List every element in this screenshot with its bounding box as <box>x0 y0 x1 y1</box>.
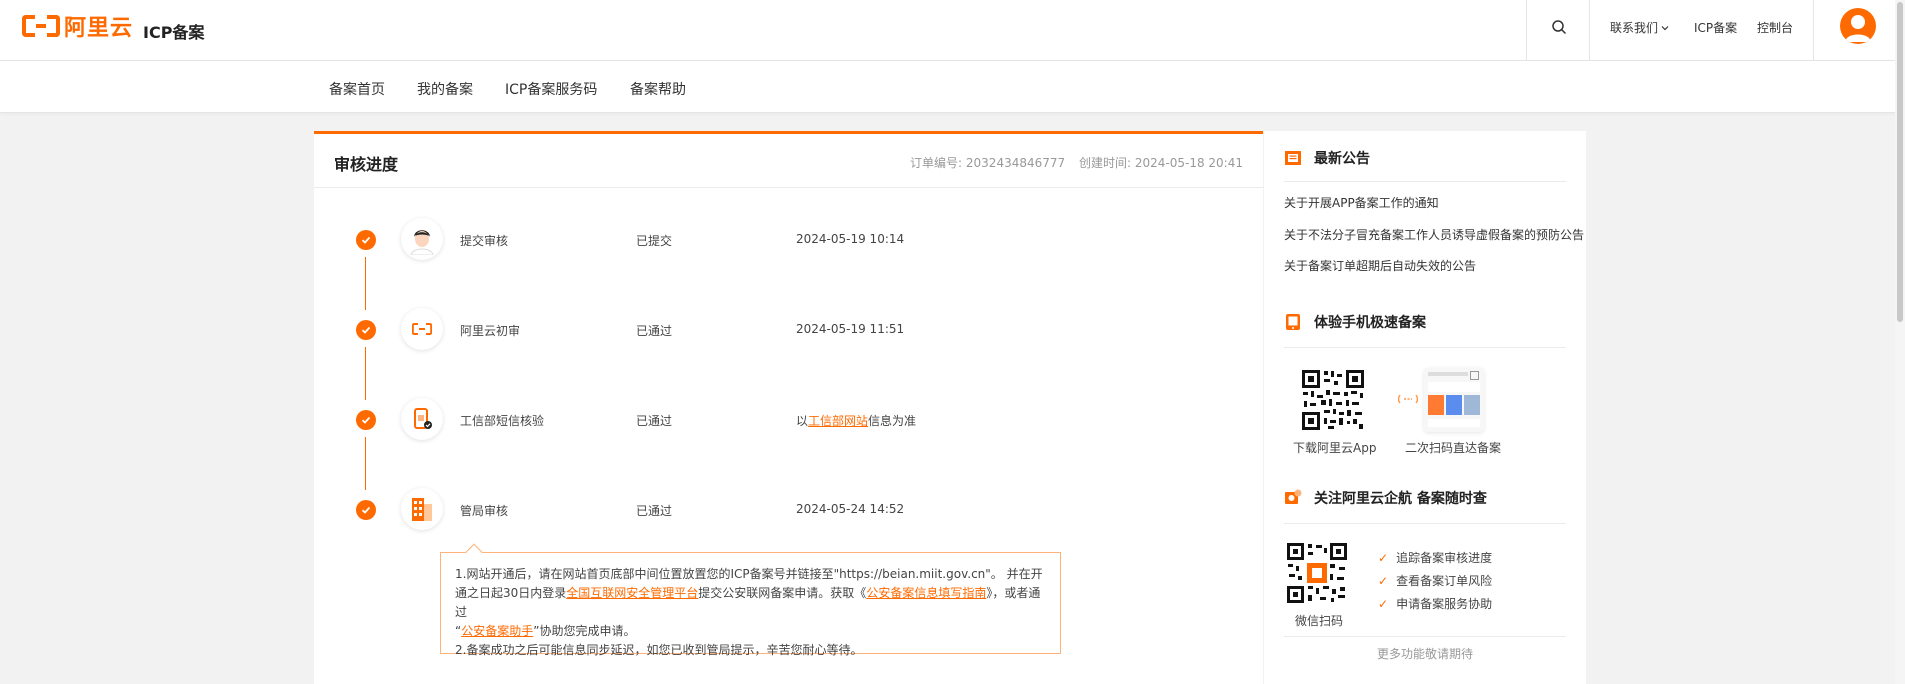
step-status: 已提交 <box>636 234 673 248</box>
check-circle-icon <box>356 320 376 340</box>
chevron-down-icon <box>1661 25 1669 30</box>
phone-verify-icon <box>401 398 443 440</box>
police-guide-link[interactable]: 公安备案信息填写指南 <box>866 586 986 600</box>
subnav-item-service-code[interactable]: ICP备案服务码 <box>505 79 597 99</box>
subnav-item-help[interactable]: 备案帮助 <box>630 79 686 99</box>
step-name: 提交审核 <box>460 234 509 248</box>
aliyun-logo-icon <box>401 308 443 350</box>
step-name: 管局审核 <box>460 504 509 518</box>
tip-line-1: 1.网站开通后，请在网站首页底部中间位置放置您的ICP备案号并链接至"https… <box>455 565 1046 641</box>
notice-link[interactable]: 关于备案订单超期后自动失效的公告 <box>1284 257 1476 274</box>
site-title[interactable]: ICP备案 <box>143 19 204 43</box>
step-time: 2024-05-24 14:52 <box>796 502 905 516</box>
step-status: 已通过 <box>636 324 673 338</box>
progress-step: 工信部短信核验 已通过 以工信部网站信息为准 <box>314 395 1263 445</box>
search-button[interactable] <box>1546 14 1572 40</box>
wechat-section-title: 关注阿里云企航 备案随时查 <box>1284 488 1487 508</box>
progress-step: 阿里云初审 已通过 2024-05-19 11:51 <box>314 305 1263 355</box>
user-avatar-icon <box>1845 15 1871 42</box>
user-avatar[interactable] <box>1840 8 1876 44</box>
feature-text: 追踪备案审核进度 <box>1396 551 1493 565</box>
step-name: 工信部短信核验 <box>460 414 545 428</box>
created-time: 创建时间: 2024-05-18 20:41 <box>1079 156 1243 170</box>
contact-us-menu[interactable]: 联系我们 <box>1610 19 1670 36</box>
tip-box: 1.网站开通后，请在网站首页底部中间位置放置您的ICP备案号并链接至"https… <box>440 543 1061 657</box>
wechat-service-icon <box>1284 489 1302 507</box>
divider <box>1284 523 1566 524</box>
header-divider <box>1526 0 1527 60</box>
step-time-suffix: 信息为准 <box>868 414 917 428</box>
top-header: 阿里云 ICP备案 联系我们 ICP备案 控制台 <box>0 0 1905 61</box>
building-icon <box>401 488 443 530</box>
qr-scan-label: 二次扫码直达备案 <box>1405 441 1502 455</box>
contact-us-label: 联系我们 <box>1610 21 1659 35</box>
check-circle-icon <box>356 410 376 430</box>
security-platform-link[interactable]: 全国互联网安全管理平台 <box>566 586 698 600</box>
tip-arrow <box>465 543 483 561</box>
progress-step: 管局审核 已通过 2024-05-24 14:52 <box>314 485 1263 535</box>
check-circle-icon <box>356 230 376 250</box>
scan-arrow-icon <box>1398 394 1418 404</box>
check-circle-icon <box>356 500 376 520</box>
wechat-qr-code <box>1286 542 1348 604</box>
check-icon: ✓ <box>1378 573 1389 588</box>
step-status: 已通过 <box>636 414 673 428</box>
divider <box>1284 347 1566 348</box>
order-number: 订单编号: 2032434846777 <box>910 156 1066 170</box>
step-time: 2024-05-19 11:51 <box>796 322 905 336</box>
console-link[interactable]: 控制台 <box>1757 19 1793 36</box>
divider <box>1284 181 1566 182</box>
search-icon <box>1552 20 1567 35</box>
header-divider <box>1813 0 1814 60</box>
check-icon: ✓ <box>1378 550 1389 565</box>
feature-item: ✓ 追踪备案审核进度 <box>1378 549 1492 566</box>
tip-line-2: 2.备案成功之后可能信息同步延迟，如您已收到管局提示，辛苦您耐心等待。 <box>455 643 863 657</box>
scrollbar-thumb[interactable] <box>1897 2 1903 322</box>
phone-scan-preview <box>1424 368 1484 432</box>
police-assistant-link[interactable]: 公安备案助手 <box>461 624 533 638</box>
sidebar-panel: 最新公告 关于开展APP备案工作的通知 关于不法分子冒充备案工作人员诱导虚假备案… <box>1264 131 1586 684</box>
person-avatar-icon <box>401 218 443 260</box>
subnav-item-home[interactable]: 备案首页 <box>329 79 385 99</box>
progress-step: 提交审核 已提交 2024-05-19 10:14 <box>314 215 1263 265</box>
app-download-qr-code <box>1300 368 1366 432</box>
aliyun-logo[interactable]: 阿里云 <box>22 13 134 41</box>
qr-app-label: 下载阿里云App <box>1293 441 1377 455</box>
feature-text: 申请备案服务协助 <box>1396 597 1493 611</box>
check-icon: ✓ <box>1378 596 1389 611</box>
tip-text: 提交公安联网备案申请。获取《 <box>698 586 867 600</box>
more-features-text: 更多功能敬请期待 <box>1376 647 1473 661</box>
panel-divider <box>314 187 1263 188</box>
feature-item: ✓ 查看备案订单风险 <box>1378 572 1492 589</box>
review-progress-panel: 审核进度 订单编号: 2032434846777 创建时间: 2024-05-1… <box>314 131 1263 684</box>
header-divider <box>1589 0 1590 60</box>
sub-navigation: 备案首页 我的备案 ICP备案服务码 备案帮助 <box>0 61 1905 113</box>
mobile-title-text: 体验手机极速备案 <box>1314 315 1426 331</box>
feature-item: ✓ 申请备案服务协助 <box>1378 595 1492 612</box>
logo-text: 阿里云 <box>64 16 134 41</box>
notice-icon <box>1284 149 1302 167</box>
step-time: 以工信部网站信息为准 <box>796 412 916 429</box>
step-time: 2024-05-19 10:14 <box>796 232 905 246</box>
panel-title: 审核进度 <box>334 155 399 174</box>
notice-title-text: 最新公告 <box>1314 151 1370 167</box>
icp-beian-link[interactable]: ICP备案 <box>1694 19 1737 36</box>
miit-website-link[interactable]: 工信部网站 <box>808 414 868 428</box>
mobile-section-title: 体验手机极速备案 <box>1284 312 1426 332</box>
step-name: 阿里云初审 <box>460 324 521 338</box>
step-time-prefix: 以 <box>796 414 809 428</box>
notice-link[interactable]: 关于不法分子冒充备案工作人员诱导虚假备案的预防公告 <box>1284 226 1584 243</box>
subnav-item-my-beian[interactable]: 我的备案 <box>417 79 473 99</box>
feature-text: 查看备案订单风险 <box>1396 574 1493 588</box>
wechat-scan-label: 微信扫码 <box>1295 614 1344 628</box>
order-info: 订单编号: 2032434846777 创建时间: 2024-05-18 20:… <box>910 154 1243 171</box>
tip-text: ”协助您完成申请。 <box>533 624 636 638</box>
divider <box>1284 636 1566 637</box>
step-status: 已通过 <box>636 504 673 518</box>
notice-section-title: 最新公告 <box>1284 148 1370 168</box>
mobile-icon <box>1284 313 1302 331</box>
aliyun-logo-icon <box>22 15 60 37</box>
notice-link[interactable]: 关于开展APP备案工作的通知 <box>1284 194 1439 211</box>
wechat-title-text: 关注阿里云企航 备案随时查 <box>1314 491 1487 507</box>
